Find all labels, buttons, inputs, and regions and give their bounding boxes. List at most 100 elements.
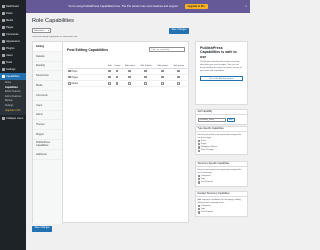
sidebar-item-posts[interactable]: Posts: [0, 10, 26, 17]
tab-deletion[interactable]: Deletion: [33, 52, 62, 62]
main-content: Role Capabilities Subscriber ▾ Save Chang…: [26, 13, 250, 250]
promo-box-text: This plugin automatically creates a back…: [200, 61, 242, 73]
wrench-icon: [2, 61, 5, 64]
capability-checkbox[interactable]: [144, 82, 147, 85]
capability-checkbox[interactable]: [144, 69, 147, 73]
sidebar-item-label: Settings: [6, 68, 16, 71]
plugin-icon: [2, 47, 5, 50]
capability-checkbox[interactable]: [128, 69, 131, 73]
sidebar-item-label: Users: [6, 54, 13, 57]
capability-checkbox[interactable]: [115, 69, 119, 73]
page-icon: [2, 26, 5, 29]
users-icon: [2, 54, 5, 57]
sidebar-item-appearance[interactable]: Appearance: [0, 38, 26, 45]
capability-checkbox[interactable]: [177, 75, 180, 79]
capability-checkbox[interactable]: [115, 82, 119, 85]
row-checkbox[interactable]: [68, 69, 71, 73]
sidebar-item-label: Comments: [6, 33, 19, 36]
row-label: Posts: [71, 70, 78, 73]
dashboard-icon: [2, 5, 5, 8]
list-item[interactable]: Post Formats: [197, 180, 246, 184]
sidebar-item-label: Pages: [6, 26, 14, 29]
capability-name-input[interactable]: capability_name: [197, 117, 226, 122]
capabilities-table: Edit Create Edit others Edit Publish Edi…: [67, 57, 187, 88]
taxonomy-specific-box: Taxonomy-Specific Capabilities Ensure pe…: [195, 161, 248, 187]
list-item[interactable]: Post Formats: [197, 210, 246, 214]
tab-taxonomies[interactable]: Taxonomies: [33, 71, 62, 82]
submenu-upgrade[interactable]: Upgrade to Pro: [0, 109, 26, 114]
list-item[interactable]: Save Changes: [197, 149, 246, 152]
sidebar-item-capabilities[interactable]: Capabilities: [0, 73, 26, 80]
sidebar-item-plugins[interactable]: Plugins: [0, 45, 26, 52]
tab-media[interactable]: Media: [33, 81, 62, 91]
tab-users[interactable]: Users: [33, 101, 62, 111]
role-select-value: Subscriber: [34, 30, 45, 32]
table-row: Media: [67, 80, 187, 88]
tab-reading[interactable]: Reading: [33, 62, 62, 72]
tab-editing[interactable]: Editing: [33, 42, 62, 52]
row-checkbox[interactable]: [68, 75, 71, 79]
sidebar-item-settings[interactable]: Settings: [0, 66, 26, 73]
capability-checkbox[interactable]: [160, 69, 164, 73]
close-icon[interactable]: ×: [245, 4, 247, 8]
capability-checkbox[interactable]: [160, 82, 164, 85]
capability-checkbox[interactable]: [107, 82, 111, 85]
save-button-bottom[interactable]: Save Changes: [32, 226, 52, 232]
capability-checkbox[interactable]: [128, 82, 131, 85]
capability-checkbox[interactable]: [177, 69, 180, 73]
promo-text: You're using PublishPress Capabilities F…: [68, 5, 179, 8]
save-button[interactable]: Save Changes: [169, 28, 189, 34]
option-checkbox[interactable]: [197, 146, 200, 149]
sidebar-item-dashboard[interactable]: Dashboard: [0, 3, 26, 10]
add-capability-button[interactable]: Add: [226, 117, 236, 122]
sidebar-item-pages[interactable]: Pages: [0, 24, 26, 31]
editing-pane: Post Editing Capabilities Filter by capa…: [67, 47, 187, 88]
capability-checkbox[interactable]: [160, 75, 164, 79]
collapse-menu[interactable]: Collapse menu: [0, 115, 26, 122]
capability-checkbox[interactable]: [107, 75, 111, 79]
option-checkbox[interactable]: [197, 181, 200, 184]
capability-checkbox[interactable]: [128, 75, 131, 79]
filter-input[interactable]: Filter by capability...: [149, 47, 185, 52]
tab-additional[interactable]: Additional: [33, 150, 62, 160]
table-header: Create: [112, 57, 123, 69]
backup-promo-box: PublishPress Capabilities is safe to use…: [195, 41, 248, 105]
table-header: Edit private: [170, 57, 187, 69]
option-label: Post Formats: [200, 210, 214, 213]
sidebar-item-tools[interactable]: Tools: [0, 59, 26, 66]
promo-bar: You're using PublishPress Capabilities F…: [26, 0, 250, 13]
row-label: Pages: [71, 76, 79, 79]
table-header: Edit Publish: [137, 57, 155, 69]
sidebar-item-users[interactable]: Users: [0, 52, 26, 59]
tab-themes[interactable]: Themes: [33, 120, 62, 131]
capability-checkbox[interactable]: [144, 75, 147, 79]
table-header-type: [67, 57, 107, 69]
sidebar-item-comments[interactable]: Comments: [0, 31, 26, 38]
admin-sidebar: Dashboard Posts Media Pages Comments App…: [0, 0, 26, 250]
row-checkbox[interactable]: [68, 82, 71, 85]
capability-checkbox[interactable]: [177, 82, 180, 85]
upgrade-button[interactable]: Upgrade to Pro: [184, 3, 208, 10]
brush-icon: [2, 40, 5, 43]
backup-button[interactable]: Go to the Backup feature: [200, 76, 243, 81]
sidebar-item-label: Posts: [6, 12, 13, 15]
tab-plugins[interactable]: Plugins: [33, 130, 62, 140]
option-checkbox[interactable]: [197, 211, 200, 214]
capabilities-panel: Editing Deletion Reading Taxonomies Medi…: [32, 41, 189, 224]
tab-publishpress[interactable]: PublishPress Capabilities: [33, 140, 62, 150]
option-label: Post Formats: [200, 180, 214, 183]
tab-comments[interactable]: Comments: [33, 91, 62, 101]
detailed-taxonomy-box: Detailed Taxonomy Capabilities Add separ…: [195, 191, 248, 217]
sidebar-item-media[interactable]: Media: [0, 17, 26, 24]
collapse-icon: [2, 117, 5, 120]
comment-icon: [2, 33, 5, 36]
role-select[interactable]: Subscriber ▾: [32, 28, 51, 33]
sidebar-item-label: Dashboard: [6, 5, 19, 8]
table-header: Edit private: [154, 57, 171, 69]
capability-checkbox[interactable]: [115, 75, 119, 79]
table-header: Edit others: [122, 57, 138, 69]
option-checkbox[interactable]: [197, 149, 200, 152]
capabilities-submenu: Roles Capabilities Editor Features Admin…: [0, 80, 26, 116]
capability-checkbox[interactable]: [107, 69, 111, 73]
tab-admin[interactable]: Admin: [33, 111, 62, 121]
